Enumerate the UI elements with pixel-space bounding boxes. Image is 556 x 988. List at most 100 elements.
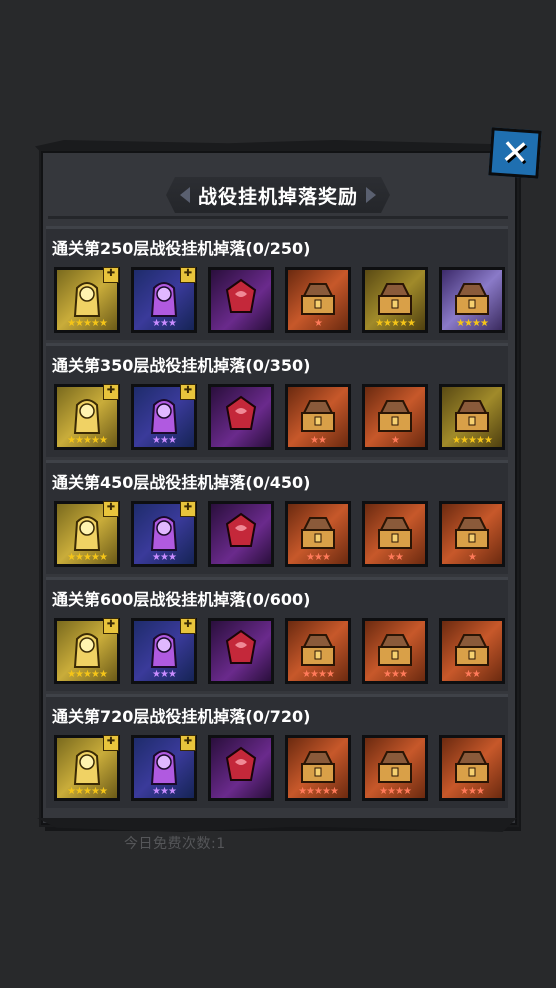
banner-right-arrow-icon: [366, 187, 376, 203]
tier-row: 通关第720层战役挂机掉落(0/720) ✚ ★★★★★ ✚ ★★★ ★★★★★ ★★★★ ★…: [46, 694, 508, 808]
treasure-chest-icon: [296, 276, 340, 320]
reward-item[interactable]: ✚ ★★★★★: [54, 501, 120, 567]
reward-item[interactable]: ✚ ★★★: [131, 501, 197, 567]
reward-items: ✚ ★★★★★ ✚ ★★★ ★★★★★ ★★★★ ★★★: [54, 735, 505, 801]
title-banner: 战役挂机掉落奖励: [166, 177, 390, 213]
treasure-chest-icon: [450, 393, 494, 437]
title-divider: [48, 216, 508, 219]
close-icon: ✕: [499, 132, 531, 174]
dialog-title: 战役挂机掉落奖励: [197, 185, 358, 208]
shard-piece-icon: ✚: [180, 384, 196, 400]
red-gem-icon: [219, 744, 263, 788]
reward-item[interactable]: ★★★: [362, 618, 428, 684]
shard-piece-icon: ✚: [103, 735, 119, 751]
tier-title: 通关第720层战役挂机掉落(0/720): [52, 707, 311, 726]
reward-item[interactable]: ★★★★: [439, 267, 505, 333]
star-rating: ★★★: [383, 669, 408, 680]
reward-item[interactable]: ✚ ★★★: [131, 384, 197, 450]
star-rating: ★★★★★: [67, 786, 108, 797]
shard-piece-icon: ✚: [180, 267, 196, 283]
reward-items: ✚ ★★★★★ ✚ ★★★ ★ ★★★★★ ★★★★: [54, 267, 505, 333]
reward-item[interactable]: [208, 384, 274, 450]
reward-item[interactable]: ★★★★: [362, 735, 428, 801]
reward-item[interactable]: ✚ ★★★: [131, 267, 197, 333]
star-rating: ★★★: [306, 552, 331, 563]
tier-title: 通关第600层战役挂机掉落(0/600): [52, 590, 311, 609]
red-gem-icon: [219, 510, 263, 554]
reward-item[interactable]: [208, 267, 274, 333]
shard-piece-icon: ✚: [180, 735, 196, 751]
star-rating: ★★: [387, 552, 404, 563]
shard-piece-icon: ✚: [103, 384, 119, 400]
reward-item[interactable]: ★★★★★: [439, 384, 505, 450]
reward-item[interactable]: ★★: [439, 618, 505, 684]
reward-item[interactable]: ★★★★: [285, 618, 351, 684]
shard-piece-icon: ✚: [103, 267, 119, 283]
shard-piece-icon: ✚: [180, 618, 196, 634]
reward-item[interactable]: ★: [285, 267, 351, 333]
treasure-chest-icon: [373, 744, 417, 788]
reward-items: ✚ ★★★★★ ✚ ★★★ ★★★★ ★★★ ★★: [54, 618, 505, 684]
reward-item[interactable]: ★★: [285, 384, 351, 450]
reward-item[interactable]: ★★★★★: [285, 735, 351, 801]
treasure-chest-icon: [296, 510, 340, 554]
star-rating: ★: [391, 435, 400, 446]
star-rating: ★★★★: [379, 786, 412, 797]
treasure-chest-icon: [450, 510, 494, 554]
reward-item[interactable]: [208, 501, 274, 567]
treasure-chest-icon: [373, 276, 417, 320]
star-rating: ★★★★★: [452, 435, 493, 446]
reward-items: ✚ ★★★★★ ✚ ★★★ ★★ ★ ★★★★★: [54, 384, 505, 450]
star-rating: ★: [468, 552, 477, 563]
close-button[interactable]: ✕: [488, 127, 542, 179]
star-rating: ★★★★★: [67, 318, 108, 329]
tier-row: 通关第450层战役挂机掉落(0/450) ✚ ★★★★★ ✚ ★★★ ★★★ ★★ ★: [46, 460, 508, 574]
reward-item[interactable]: ✚ ★★★★★: [54, 267, 120, 333]
star-rating: ★★★★★: [375, 318, 416, 329]
star-rating: ★★★: [152, 435, 177, 446]
star-rating: ★★★: [152, 552, 177, 563]
treasure-chest-icon: [373, 510, 417, 554]
star-rating: ★★★: [460, 786, 485, 797]
reward-item[interactable]: ✚ ★★★: [131, 618, 197, 684]
treasure-chest-icon: [296, 393, 340, 437]
shard-piece-icon: ✚: [180, 501, 196, 517]
reward-item[interactable]: ★★★★★: [362, 267, 428, 333]
reward-item[interactable]: ★★: [362, 501, 428, 567]
tier-title: 通关第250层战役挂机掉落(0/250): [52, 239, 311, 258]
star-rating: ★★★★★: [298, 786, 339, 797]
reward-item[interactable]: ✚ ★★★: [131, 735, 197, 801]
star-rating: ★★★: [152, 318, 177, 329]
banner-left-arrow-icon: [180, 187, 190, 203]
star-rating: ★★★★★: [67, 435, 108, 446]
reward-item[interactable]: ★: [362, 384, 428, 450]
star-rating: ★★: [310, 435, 327, 446]
star-rating: ★★: [464, 669, 481, 680]
shard-piece-icon: ✚: [103, 618, 119, 634]
reward-item[interactable]: ✚ ★★★★★: [54, 384, 120, 450]
reward-items: ✚ ★★★★★ ✚ ★★★ ★★★ ★★ ★: [54, 501, 505, 567]
tier-row: 通关第350层战役挂机掉落(0/350) ✚ ★★★★★ ✚ ★★★ ★★ ★ ★★★★★: [46, 343, 508, 457]
star-rating: ★★★★★: [67, 669, 108, 680]
reward-item[interactable]: ★: [439, 501, 505, 567]
reward-item[interactable]: [208, 735, 274, 801]
star-rating: ★★★★: [302, 669, 335, 680]
red-gem-icon: [219, 627, 263, 671]
background-free-count-text: 今日免费次数:1: [124, 836, 226, 852]
red-gem-icon: [219, 393, 263, 437]
star-rating: ★★★: [152, 669, 177, 680]
star-rating: ★★★★★: [67, 552, 108, 563]
reward-item[interactable]: ✚ ★★★★★: [54, 618, 120, 684]
tier-row: 通关第600层战役挂机掉落(0/600) ✚ ★★★★★ ✚ ★★★ ★★★★ ★★★ ★★: [46, 577, 508, 691]
reward-item[interactable]: [208, 618, 274, 684]
reward-item[interactable]: ★★★: [285, 501, 351, 567]
treasure-chest-icon: [450, 627, 494, 671]
shard-piece-icon: ✚: [103, 501, 119, 517]
star-rating: ★★★: [152, 786, 177, 797]
reward-item[interactable]: ★★★: [439, 735, 505, 801]
reward-item[interactable]: ✚ ★★★★★: [54, 735, 120, 801]
treasure-chest-icon: [296, 627, 340, 671]
star-rating: ★★★★: [456, 318, 489, 329]
treasure-chest-icon: [296, 744, 340, 788]
treasure-chest-icon: [450, 744, 494, 788]
